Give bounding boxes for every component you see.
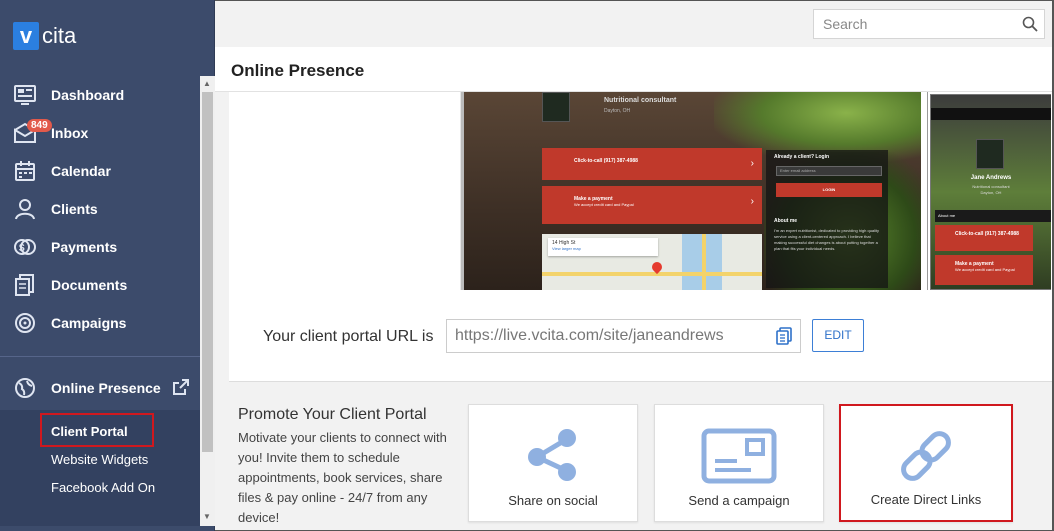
search-icon[interactable] bbox=[1022, 16, 1038, 32]
mobile-call-label: Click-to-call (917) 387-4988 bbox=[955, 231, 1019, 237]
preview-payment-sub: We accept credit card and Paypal bbox=[574, 202, 634, 207]
mobile-business-name: Jane Andrews bbox=[970, 175, 1012, 181]
preview-business-title: Nutritional consultant bbox=[604, 97, 677, 104]
preview-about-text: I'm an expert nutritionist, dedicated to… bbox=[774, 228, 880, 251]
mobile-about-bar: About me bbox=[935, 210, 1051, 222]
sidebar-item-payments[interactable]: $ Payments bbox=[0, 228, 200, 266]
map-road bbox=[702, 234, 706, 290]
sidebar: v cita Dashboard 849 Inbox Calendar Clie… bbox=[0, 0, 215, 531]
scroll-up-arrow-icon[interactable]: ▲ bbox=[203, 79, 211, 88]
calendar-icon bbox=[12, 159, 38, 183]
active-item-highlight bbox=[40, 413, 154, 447]
edit-url-button[interactable]: EDIT bbox=[812, 319, 864, 352]
preview-login-panel: Already a client? Login Enter email addr… bbox=[766, 150, 888, 288]
link-icon bbox=[901, 431, 951, 481]
sidebar-item-campaigns[interactable]: Campaigns bbox=[0, 304, 200, 342]
campaigns-icon bbox=[12, 311, 38, 335]
tile-label: Share on social bbox=[508, 493, 598, 508]
sidebar-item-inbox[interactable]: 849 Inbox bbox=[0, 114, 200, 152]
sidebar-item-label: Calendar bbox=[51, 163, 111, 179]
promote-description: Motivate your clients to connect with yo… bbox=[238, 430, 447, 525]
subnav-website-widgets[interactable]: Website Widgets bbox=[0, 445, 200, 473]
search-placeholder: Search bbox=[823, 16, 868, 32]
sidebar-item-label: Clients bbox=[51, 201, 98, 217]
mobile-payment-sub: We accept credit card and Paypal bbox=[955, 267, 1015, 272]
copy-icon[interactable] bbox=[774, 326, 794, 346]
sidebar-scroll-thumb[interactable] bbox=[202, 92, 213, 452]
portal-url-field[interactable]: https://live.vcita.com/site/janeandrews bbox=[446, 319, 801, 353]
map-larger-link: View larger map bbox=[552, 246, 581, 251]
sidebar-divider bbox=[0, 356, 200, 357]
logo-mark: v bbox=[13, 22, 39, 50]
sidebar-item-label: Online Presence bbox=[51, 380, 161, 396]
clients-icon bbox=[12, 197, 38, 221]
map-address-card: 14 High St View larger map bbox=[548, 238, 658, 256]
mobile-screen: Jane Andrews Nutritional consultant Dayt… bbox=[930, 94, 1051, 290]
vcita-logo[interactable]: v cita bbox=[13, 22, 76, 50]
mobile-business-logo bbox=[976, 139, 1004, 169]
sidebar-item-label: Payments bbox=[51, 239, 118, 255]
map-road bbox=[542, 272, 762, 276]
tile-label: Send a campaign bbox=[688, 493, 790, 508]
envelope-icon bbox=[701, 428, 777, 484]
preview-map: 14 High St View larger map bbox=[542, 234, 762, 290]
preview-call-label: Click-to-call (917) 387-4988 bbox=[574, 158, 638, 164]
business-logo bbox=[542, 92, 570, 122]
main-nav: Dashboard 849 Inbox Calendar Clients $ P… bbox=[0, 76, 200, 342]
svg-text:$: $ bbox=[19, 243, 25, 254]
share-on-social-tile[interactable]: Share on social bbox=[468, 404, 638, 522]
sidebar-item-label: Inbox bbox=[51, 125, 89, 141]
dashboard-icon bbox=[12, 83, 38, 107]
preview-login-input: Enter email address bbox=[776, 166, 882, 176]
sidebar-item-clients[interactable]: Clients bbox=[0, 190, 200, 228]
portal-preview-image: Nutritional consultant Dayton, OH Click-… bbox=[461, 92, 1051, 290]
preview-business-location: Dayton, OH bbox=[604, 108, 631, 114]
mobile-business-title: Nutritional consultant bbox=[972, 184, 1010, 189]
sidebar-item-online-presence[interactable]: Online Presence bbox=[0, 369, 200, 407]
mobile-top-bar bbox=[931, 108, 1051, 120]
portal-preview-card: Nutritional consultant Dayton, OH Click-… bbox=[229, 92, 1052, 382]
mobile-call-button: Click-to-call (917) 387-4988 bbox=[935, 225, 1033, 251]
inbox-count-badge: 849 bbox=[27, 119, 52, 132]
chevron-right-icon: › bbox=[750, 158, 754, 169]
sidebar-item-documents[interactable]: Documents bbox=[0, 266, 200, 304]
tile-label: Create Direct Links bbox=[870, 492, 982, 507]
page-title: Online Presence bbox=[231, 61, 365, 80]
sidebar-item-calendar[interactable]: Calendar bbox=[0, 152, 200, 190]
search-input[interactable]: Search bbox=[813, 9, 1045, 39]
mobile-payment-button: Make a payment We accept credit card and… bbox=[935, 255, 1033, 285]
sidebar-item-label: Dashboard bbox=[51, 87, 125, 103]
sidebar-item-label: Documents bbox=[51, 277, 128, 293]
preview-about-title: About me bbox=[774, 218, 798, 224]
preview-left-space bbox=[229, 92, 461, 290]
external-link-icon[interactable] bbox=[172, 378, 189, 398]
payments-icon: $ bbox=[12, 235, 38, 259]
preview-login-button: LOGIN bbox=[776, 183, 882, 197]
promote-title: Promote Your Client Portal bbox=[238, 406, 427, 423]
share-icon bbox=[528, 429, 576, 481]
portal-url-label: Your client portal URL is bbox=[263, 328, 434, 345]
portal-url-row: Your client portal URL is https://live.v… bbox=[229, 290, 1052, 382]
mobile-business-location: Dayton, OH bbox=[980, 190, 1002, 195]
preview-payment-button: Make a payment We accept credit card and… bbox=[542, 186, 762, 224]
preview-call-button: Click-to-call (917) 387-4988 › bbox=[542, 148, 762, 180]
portal-url-value: https://live.vcita.com/site/janeandrews bbox=[455, 327, 724, 344]
chevron-right-icon: › bbox=[750, 196, 754, 207]
globe-icon bbox=[12, 376, 38, 400]
sidebar-item-dashboard[interactable]: Dashboard bbox=[0, 76, 200, 114]
scroll-down-arrow-icon[interactable]: ▼ bbox=[203, 512, 211, 521]
logo-text: cita bbox=[42, 23, 77, 48]
main-content: Search Online Presence Nutritional consu… bbox=[215, 0, 1054, 531]
desktop-preview: Nutritional consultant Dayton, OH Click-… bbox=[461, 92, 934, 290]
mobile-preview: Jane Andrews Nutritional consultant Dayt… bbox=[927, 92, 1051, 290]
create-direct-links-tile[interactable]: Create Direct Links bbox=[839, 404, 1013, 522]
sidebar-item-label: Campaigns bbox=[51, 315, 127, 331]
documents-icon bbox=[12, 273, 38, 297]
subnav-facebook-add-on[interactable]: Facebook Add On bbox=[0, 473, 200, 501]
page-header: Online Presence bbox=[215, 47, 1052, 92]
preview-login-title: Already a client? Login bbox=[774, 154, 830, 160]
send-a-campaign-tile[interactable]: Send a campaign bbox=[654, 404, 824, 522]
